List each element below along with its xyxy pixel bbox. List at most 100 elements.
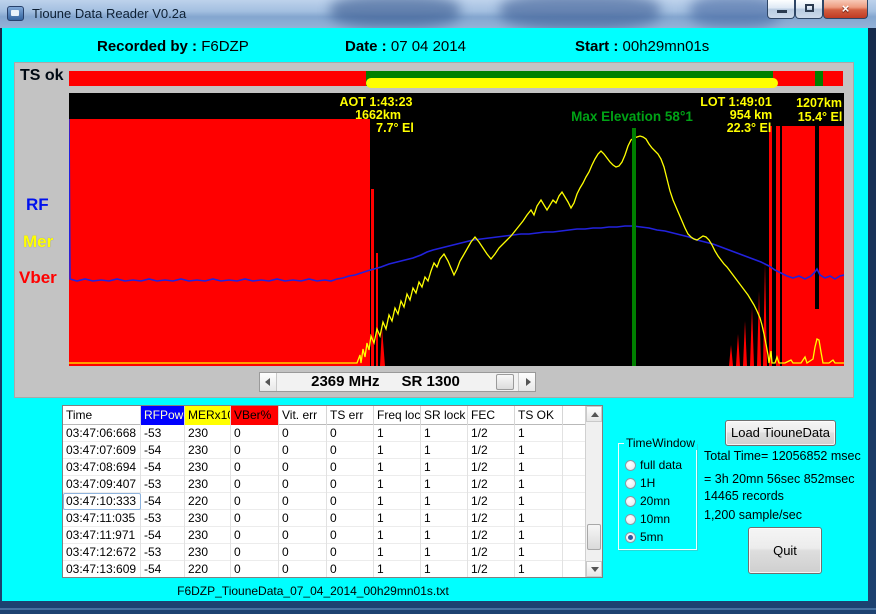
loaded-filename: F6DZP_TiouneData_07_04_2014_00h29mn01s.t… <box>60 584 566 598</box>
table-cell: -54 <box>141 493 185 510</box>
radio-circle-icon <box>625 532 636 543</box>
table-row[interactable]: 03:47:13:609-54220000111/21 <box>63 561 585 577</box>
chart-annotation: 1662km <box>355 108 401 122</box>
ts-status-bar <box>69 71 844 91</box>
chart-annotation: 15.4° El <box>798 110 843 124</box>
symbol-rate-value: SR 1300 <box>402 373 460 390</box>
table-cell: 0 <box>327 544 374 561</box>
table-cell: 0 <box>279 425 327 442</box>
table-cell: 0 <box>327 476 374 493</box>
table-cell: 1 <box>374 561 421 577</box>
column-header-vber-: VBer% <box>231 406 279 425</box>
table-row[interactable]: 03:47:07:609-54230000111/21 <box>63 442 585 459</box>
start-value: 00h29mn01s <box>623 38 710 55</box>
table-row[interactable]: 03:47:10:333-54220000111/21 <box>63 493 585 510</box>
table-row[interactable]: 03:47:11:971-54230000111/21 <box>63 527 585 544</box>
start-label: Start : <box>575 38 618 55</box>
scrollbar-thumb[interactable] <box>496 374 514 390</box>
chart-annotation: 22.3° El <box>727 121 772 135</box>
ts-segment <box>777 71 815 86</box>
radio-circle-icon <box>625 460 636 471</box>
chart-annotation: 1207km <box>796 96 842 110</box>
app-window: Tioune Data Reader V0.2a × Recorded by :… <box>0 0 876 614</box>
table-cell: 1 <box>515 544 563 561</box>
close-icon: × <box>824 1 867 16</box>
maximize-button[interactable] <box>795 0 823 19</box>
signal-chart: AOT 1:43:231662km7.7° ElMax Elevation 58… <box>69 93 844 366</box>
table-cell: -53 <box>141 476 185 493</box>
radio-full-data[interactable]: full data <box>625 456 694 474</box>
frequency-value: 2369 MHz <box>311 373 379 390</box>
table-cell: 1 <box>374 459 421 476</box>
table-cell: 1/2 <box>468 544 515 561</box>
table-cell: 0 <box>231 544 279 561</box>
table-row[interactable]: 03:47:06:668-53230000111/21 <box>63 425 585 442</box>
table-cell: 0 <box>231 476 279 493</box>
radio-10mn[interactable]: 10mn <box>625 510 694 528</box>
table-cell: 220 <box>185 493 231 510</box>
minimize-button[interactable] <box>767 0 795 19</box>
column-header-rfpower: RFPower <box>141 406 185 425</box>
table-cell: 1 <box>515 561 563 577</box>
table-cell: 230 <box>185 459 231 476</box>
table-cell: 0 <box>327 493 374 510</box>
table-cell: 1 <box>515 493 563 510</box>
radio-circle-icon <box>625 496 636 507</box>
table-cell: 03:47:11:035 <box>63 510 141 527</box>
scroll-left-button[interactable] <box>260 373 277 391</box>
table-cell: 1 <box>515 442 563 459</box>
table-cell: 230 <box>185 442 231 459</box>
table-scrollbar[interactable] <box>585 406 602 577</box>
ts-yellow-strip <box>366 78 778 88</box>
table-cell: 03:47:08:694 <box>63 459 141 476</box>
table-header-row: TimeRFPowerMERx10VBer%Vit. errTS errFreq… <box>63 406 585 425</box>
table-cell: 0 <box>279 442 327 459</box>
down-arrow-icon <box>591 567 599 572</box>
table-cell: 0 <box>231 442 279 459</box>
table-cell: 03:47:06:668 <box>63 425 141 442</box>
column-header-ts-err: TS err <box>327 406 374 425</box>
radio-circle-icon <box>625 514 636 525</box>
radio-5mn[interactable]: 5mn <box>625 528 694 546</box>
table-cell: 0 <box>231 561 279 577</box>
table-cell: 1 <box>515 510 563 527</box>
radio-20mn[interactable]: 20mn <box>625 492 694 510</box>
table-cell: 1 <box>515 425 563 442</box>
quit-button[interactable]: Quit <box>748 527 822 574</box>
window-title: Tioune Data Reader V0.2a <box>32 6 186 21</box>
table-row[interactable]: 03:47:09:407-53230000111/21 <box>63 476 585 493</box>
scroll-up-button[interactable] <box>586 406 602 422</box>
table-cell: 1 <box>374 544 421 561</box>
table-row[interactable]: 03:47:12:672-53230000111/21 <box>63 544 585 561</box>
table-row[interactable]: 03:47:08:694-54230000111/21 <box>63 459 585 476</box>
up-arrow-icon <box>591 412 599 417</box>
table-cell: 1 <box>374 493 421 510</box>
frequency-scrollbar[interactable]: 2369 MHz SR 1300 <box>259 372 536 392</box>
title-bar[interactable]: Tioune Data Reader V0.2a × <box>0 0 876 28</box>
ts-segment <box>815 71 823 86</box>
right-arrow-icon <box>526 378 531 386</box>
table-cell: 03:47:07:609 <box>63 442 141 459</box>
data-table: TimeRFPowerMERx10VBer%Vit. errTS errFreq… <box>62 405 603 578</box>
records-count: 14465 records <box>704 489 784 503</box>
table-cell: 0 <box>327 510 374 527</box>
chart-panel: TS ok AOT 1:43:231662km7.7° ElMax Elevat… <box>14 62 854 398</box>
table-cell: 0 <box>279 510 327 527</box>
table-cell: 0 <box>327 561 374 577</box>
scroll-down-button[interactable] <box>586 561 602 577</box>
table-cell: 03:47:10:333 <box>63 493 141 510</box>
table-cell: 1/2 <box>468 510 515 527</box>
chart-annotation: Max Elevation 58°1 <box>571 109 693 124</box>
table-cell: 0 <box>279 459 327 476</box>
table-cell: 1 <box>374 476 421 493</box>
radio-1H[interactable]: 1H <box>625 474 694 492</box>
scroll-right-button[interactable] <box>518 373 535 391</box>
close-button[interactable]: × <box>823 0 868 19</box>
vber-trace-label: Vber <box>19 268 57 288</box>
table-cell: 230 <box>185 425 231 442</box>
table-cell: 0 <box>231 510 279 527</box>
table-cell: 1 <box>421 442 468 459</box>
load-tiounedata-button[interactable]: Load TiouneData <box>725 420 836 446</box>
table-scrollbar-thumb[interactable] <box>587 524 601 550</box>
table-row[interactable]: 03:47:11:035-53230000111/21 <box>63 510 585 527</box>
